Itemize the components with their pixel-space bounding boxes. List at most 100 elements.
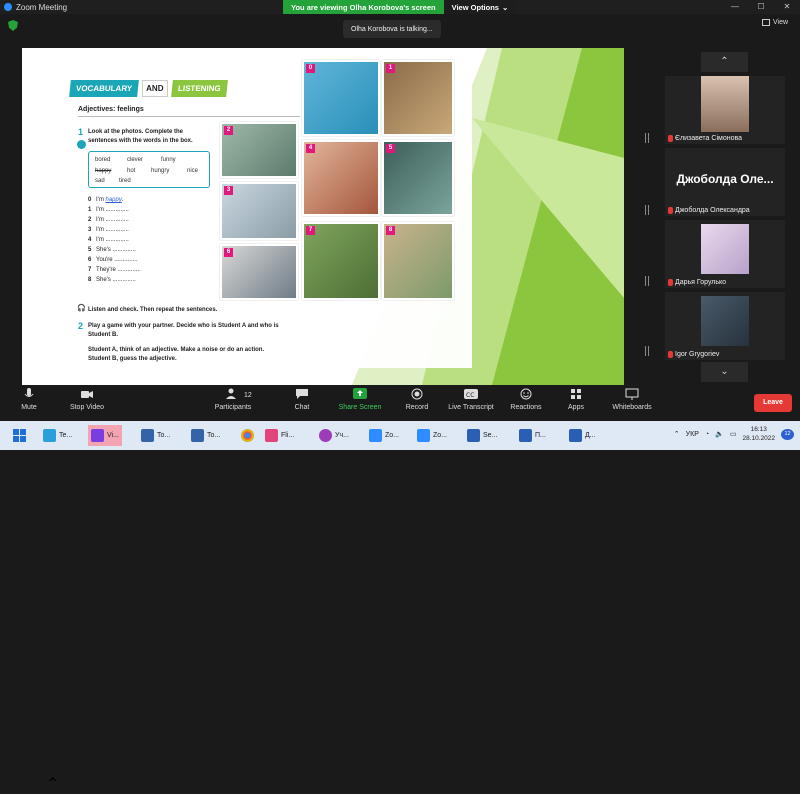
speaker-icon[interactable]: 🔈	[715, 430, 724, 438]
sentence-text: I'm ..............	[96, 217, 129, 223]
mute-button[interactable]: Mute	[14, 388, 44, 411]
word: bored	[95, 157, 111, 163]
photo-tag: 6	[224, 248, 233, 257]
taskbar-label: Zo...	[433, 432, 448, 439]
view-options-button[interactable]: View Options ⌄	[443, 0, 517, 14]
taskbar-item[interactable]: Уч...	[316, 425, 352, 446]
live-transcript-button[interactable]: CC Live Transcript	[444, 388, 498, 411]
clock-date: 28.10.2022	[742, 435, 775, 442]
taskbar-label: Fli...	[281, 432, 295, 439]
windows-logo-icon	[13, 429, 26, 442]
participants-label: Participants	[214, 404, 252, 411]
scroll-up-button[interactable]: ⌃	[701, 52, 748, 72]
start-button[interactable]	[10, 425, 29, 446]
battery-icon[interactable]: ▭	[730, 430, 737, 438]
window-title: Zoom Meeting	[16, 2, 68, 12]
separator-marker	[645, 346, 649, 356]
sentence-answer: happy	[105, 197, 122, 203]
closed-caption-icon: CC	[464, 389, 478, 399]
taskbar-label: Д...	[585, 432, 596, 439]
sentence: 6 You're ..............	[88, 255, 141, 265]
reactions-icon	[520, 388, 532, 400]
photo: 3	[220, 182, 298, 240]
participant-big-name: Джоболда Оле...	[676, 172, 774, 186]
video-camera-icon	[81, 391, 93, 398]
shared-screen: VOCABULARY AND LISTENING Adjectives: fee…	[22, 48, 624, 385]
live-transcript-label: Live Transcript	[448, 404, 494, 411]
flipbook-icon	[265, 429, 278, 442]
telegram-icon	[43, 429, 56, 442]
listening-label: LISTENING	[170, 80, 228, 97]
sentence-text: I'm ..............	[96, 207, 129, 213]
notification-badge[interactable]: 12	[781, 428, 794, 440]
participant-name: Єлизавета Сімонова	[668, 135, 742, 142]
participant-tile[interactable]: Єлизавета Сімонова	[665, 76, 785, 144]
separator-marker	[645, 276, 649, 286]
sentence-text: I'm ..............	[96, 227, 129, 233]
taskbar-item[interactable]: Zo...	[414, 425, 450, 446]
photo: 4	[302, 140, 380, 216]
chevron-up-icon[interactable]: ⌃	[674, 430, 680, 438]
viber-icon	[91, 429, 104, 442]
share-screen-button[interactable]: Share Screen	[336, 388, 384, 411]
taskbar-item[interactable]: Fli...	[262, 425, 297, 446]
taskbar-item[interactable]: Vi...	[88, 425, 122, 446]
taskbar-item[interactable]: Te...	[40, 425, 75, 446]
clock-time: 16:13	[750, 426, 767, 433]
taskbar-item[interactable]	[238, 425, 257, 446]
taskbar-item[interactable]: Д...	[566, 425, 599, 446]
wifi-icon[interactable]: ◔	[705, 431, 709, 438]
taskbar-item[interactable]: Se...	[464, 425, 500, 446]
mic-muted-icon	[668, 279, 673, 286]
participant-tile[interactable]: Igor Grygoriev	[665, 292, 785, 360]
security-shield-icon[interactable]	[8, 20, 18, 31]
participant-avatar	[701, 224, 749, 274]
participant-avatar	[701, 296, 749, 346]
zoom-logo-icon	[4, 3, 12, 11]
sentence-number: 3	[88, 227, 92, 233]
subtitle: Adjectives: feelings	[78, 106, 144, 113]
share-screen-label: Share Screen	[338, 404, 382, 411]
exercise-1-number: 1	[78, 127, 84, 137]
language-indicator[interactable]: УКР	[686, 431, 699, 438]
separator-marker	[645, 205, 649, 215]
word: tired	[119, 178, 131, 184]
participant-tile[interactable]: Джоболда Оле... Джоболда Олександра	[665, 148, 785, 216]
participant-name-label: Єлизавета Сімонова	[675, 135, 743, 142]
taskbar-item[interactable]: To...	[138, 425, 173, 446]
view-button[interactable]: View	[762, 19, 788, 26]
photo: 8	[382, 222, 454, 300]
record-button[interactable]: Record	[402, 388, 432, 411]
and-label: AND	[142, 80, 168, 97]
taskbar-item[interactable]: Zo...	[366, 425, 402, 446]
minimize-icon[interactable]: —	[722, 0, 748, 14]
word: hungry	[151, 168, 170, 174]
sentence-text: She's ..............	[96, 247, 136, 253]
scroll-down-button[interactable]: ⌄	[701, 362, 748, 382]
participant-tile[interactable]: Дарья Горулько	[665, 220, 785, 288]
sentence-number: 7	[88, 267, 92, 273]
apps-button[interactable]: Apps	[564, 388, 588, 411]
leave-button[interactable]: Leave	[754, 394, 792, 412]
whiteboards-button[interactable]: Whiteboards	[608, 388, 656, 411]
participants-count: 12	[244, 392, 252, 399]
stop-video-button[interactable]: Stop Video	[64, 388, 110, 411]
taskbar-item[interactable]: To...	[188, 425, 223, 446]
sentence-text: She's ..............	[96, 277, 136, 283]
mute-options-icon[interactable]: ⌃	[46, 774, 59, 794]
windows-taskbar: Te... Vi... To... To... Fli... Уч... Zo.…	[0, 421, 800, 450]
participant-name-label: Igor Grygoriev	[675, 351, 720, 358]
taskbar-item[interactable]: П...	[516, 425, 549, 446]
close-icon[interactable]: ✕	[774, 0, 800, 14]
sentence: 2 I'm ..............	[88, 215, 141, 225]
word: hot	[127, 168, 136, 174]
sentence-number: 4	[88, 237, 92, 243]
exercise-1-instruction-b: sentences with the words in the box.	[88, 138, 193, 144]
sentence-number: 6	[88, 257, 92, 263]
chat-button[interactable]: Chat	[290, 388, 314, 411]
clock[interactable]: 16:13 28.10.2022	[742, 425, 775, 443]
maximize-icon[interactable]: ☐	[748, 0, 774, 14]
participant-name: Дарья Горулько	[668, 279, 726, 286]
photo: 5	[382, 140, 454, 216]
reactions-button[interactable]: Reactions	[508, 388, 544, 411]
